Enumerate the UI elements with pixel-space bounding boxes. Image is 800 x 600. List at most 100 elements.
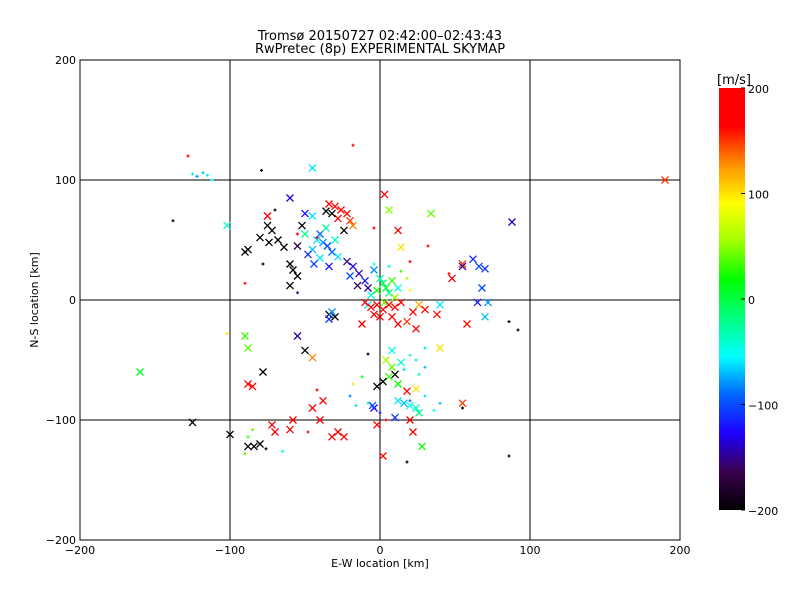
data-point-cross — [412, 324, 420, 333]
data-point-dot — [384, 418, 388, 422]
data-point-dot — [360, 375, 364, 379]
data-point-dot — [372, 226, 376, 230]
data-point-cross — [268, 420, 276, 429]
x-tick-label: 0 — [377, 544, 384, 557]
data-point-dot — [447, 272, 451, 276]
data-point-cross — [379, 377, 387, 386]
data-point-cross — [319, 396, 327, 405]
data-point-cross — [328, 209, 336, 218]
data-point-cross — [280, 243, 288, 252]
data-point-dot — [426, 244, 430, 248]
data-point-cross — [334, 214, 342, 223]
data-point-dot — [405, 276, 409, 280]
data-point-cross — [353, 281, 362, 290]
data-point-cross — [322, 207, 330, 216]
data-point-cross — [244, 344, 252, 352]
data-point-cross — [223, 221, 231, 230]
data-point-cross — [301, 346, 309, 355]
data-point-cross — [244, 245, 252, 254]
x-tick-label: 200 — [670, 544, 691, 557]
data-point-dot — [387, 264, 391, 268]
data-point-dot — [461, 406, 464, 410]
data-point-dot — [264, 447, 268, 451]
data-point-dot — [351, 143, 355, 147]
data-point-dot — [402, 368, 406, 372]
data-point-cross — [385, 206, 393, 214]
data-point-cross — [340, 226, 348, 235]
data-point-cross — [136, 368, 144, 376]
data-point-cross — [394, 284, 402, 292]
data-point-cross — [325, 262, 333, 271]
data-point-cross — [448, 274, 456, 283]
data-point-cross — [322, 224, 330, 232]
data-point-cross — [370, 310, 378, 319]
data-point-cross — [406, 401, 414, 410]
data-point-dot — [438, 401, 442, 405]
y-tick-label: 100 — [55, 174, 76, 187]
data-point-cross — [391, 370, 399, 379]
data-point-cross — [433, 310, 441, 319]
data-point-cross — [394, 396, 402, 405]
data-point-cross — [304, 250, 312, 259]
data-point-cross — [263, 212, 272, 220]
data-point-dot — [507, 454, 511, 458]
data-point-dot — [408, 353, 412, 357]
data-point-cross — [385, 372, 393, 381]
y-tick-label: 200 — [55, 54, 76, 67]
data-point-cross — [268, 226, 276, 235]
data-point-dot — [414, 358, 418, 362]
colorbar-tick-label: 100 — [748, 189, 769, 202]
data-point-dot — [186, 154, 190, 158]
data-point-dot — [251, 428, 254, 432]
data-points — [136, 143, 669, 464]
data-point-cross — [358, 320, 366, 328]
data-point-cross — [373, 300, 381, 309]
data-point-cross — [412, 384, 420, 393]
colorbar-label: [m/s] — [717, 73, 751, 88]
data-point-dot — [195, 174, 199, 178]
data-point-cross — [308, 212, 317, 220]
data-point-cross — [436, 300, 444, 309]
colorbar-tick-label: 200 — [748, 83, 769, 96]
x-axis-ticks: −200 −100 0 100 200 — [65, 544, 691, 557]
data-point-cross — [293, 272, 302, 280]
data-point-cross — [256, 440, 264, 448]
data-point-cross — [301, 209, 309, 218]
data-point-cross — [271, 428, 279, 436]
y-axis-ticks: −200 −100 0 100 200 — [46, 54, 76, 547]
x-tick-label: −100 — [215, 544, 245, 557]
data-point-cross — [316, 254, 324, 262]
data-point-cross — [373, 420, 381, 429]
data-point-cross — [388, 312, 396, 321]
data-point-dot — [225, 332, 229, 336]
data-point-cross — [436, 344, 444, 352]
data-point-cross — [346, 272, 354, 280]
data-point-cross — [250, 442, 258, 451]
y-tick-label: −200 — [46, 534, 76, 547]
data-point-cross — [301, 230, 309, 238]
data-point-cross — [298, 221, 306, 230]
data-point-dot — [372, 262, 376, 266]
data-point-dot — [405, 460, 409, 464]
data-point-dot — [171, 219, 175, 223]
data-point-dot — [432, 408, 436, 412]
data-point-dot — [296, 232, 299, 236]
data-point-dot — [261, 262, 265, 266]
data-point-cross — [373, 382, 381, 391]
data-point-cross — [427, 209, 435, 218]
data-point-dot — [260, 168, 263, 172]
data-point-cross — [382, 356, 390, 364]
data-point-cross — [367, 303, 375, 312]
data-point-cross — [379, 452, 387, 460]
data-point-cross — [379, 305, 387, 314]
data-point-cross — [391, 303, 399, 312]
data-point-cross — [343, 257, 351, 266]
data-point-dot — [378, 411, 382, 415]
data-point-cross — [308, 164, 317, 172]
data-point-cross — [328, 432, 336, 441]
data-point-cross — [256, 233, 264, 242]
data-point-dot — [191, 172, 194, 176]
data-point-cross — [241, 332, 249, 340]
colorbar-tick-label: 0 — [748, 294, 755, 307]
data-point-dot — [354, 404, 358, 408]
